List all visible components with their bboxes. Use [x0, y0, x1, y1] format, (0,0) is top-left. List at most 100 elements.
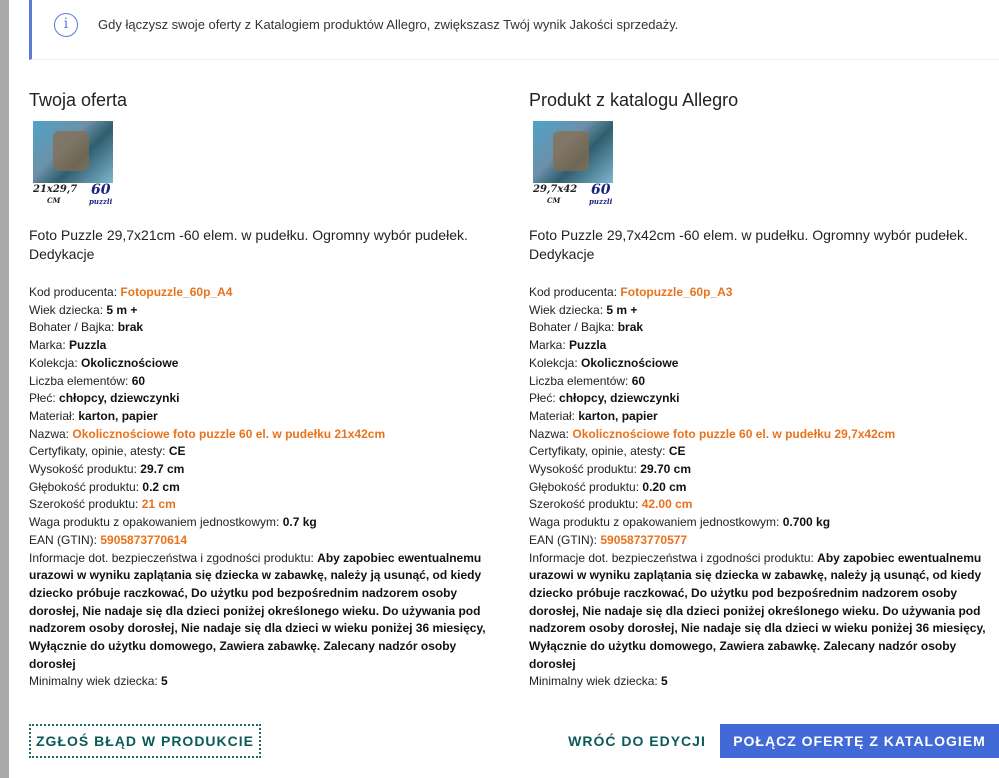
attribute-value: karton, papier — [78, 408, 158, 423]
attribute-row: Certyfikaty, opinie, atesty: CE — [29, 443, 499, 461]
attribute-value: 5 — [161, 674, 168, 689]
puzzle-photo — [33, 121, 113, 183]
attribute-row: Wiek dziecka: 5 m + — [529, 302, 999, 320]
attribute-label: Certyfikaty, opinie, atesty: — [29, 444, 169, 459]
attribute-value: karton, papier — [578, 408, 658, 423]
attribute-row: Liczba elementów: 60 — [529, 373, 999, 391]
attribute-row: Marka: Puzzla — [29, 337, 499, 355]
attribute-value: brak — [617, 320, 644, 335]
attribute-label: Informacje dot. bezpieczeństwa i zgodnoś… — [29, 550, 318, 565]
attribute-row: Bohater / Bajka: brak — [29, 319, 499, 337]
attribute-label: Szerokość produktu: — [529, 497, 642, 512]
attribute-label: Wysokość produktu: — [29, 462, 141, 477]
attribute-label: Płeć: — [29, 391, 60, 406]
attribute-label: Wiek dziecka: — [529, 302, 607, 317]
attribute-value: CE — [168, 444, 186, 459]
attribute-label: Marka: — [529, 338, 570, 353]
your-offer-title: Twoja oferta — [29, 90, 128, 110]
attribute-value: 21 cm — [141, 497, 176, 512]
attribute-value: Fotopuzzle_60p_A3 — [620, 285, 733, 299]
attribute-value: 0.2 cm — [142, 479, 180, 494]
attribute-value: 42.00 cm — [641, 497, 693, 512]
catalog-product-name: Foto Puzzle 29,7x42cm -60 elem. w pudełk… — [529, 227, 968, 262]
attribute-value: 5905873770614 — [100, 532, 188, 547]
attribute-label: Materiał: — [29, 408, 79, 423]
attribute-row: Głębokość produktu: 0.20 cm — [529, 479, 999, 497]
attribute-value: Okolicznościowe — [81, 355, 179, 370]
attribute-row: Marka: Puzzla — [529, 337, 999, 355]
offer-product-title: Foto Puzzle 29,7x21cm -60 elem. w pudełk… — [29, 227, 468, 262]
attribute-value: chłopcy, dziewczynki — [559, 391, 680, 406]
back-to-edit-button[interactable]: WRÓĆ DO EDYCJI — [564, 724, 710, 758]
attribute-row: Materiał: karton, papier — [529, 408, 999, 426]
offer-image[interactable]: 21x29,7 CM 60 puzzli — [29, 121, 115, 207]
attribute-row: Kolekcja: Okolicznościowe — [529, 355, 999, 373]
attribute-label: Waga produktu z opakowaniem jednostkowym… — [29, 515, 283, 530]
attribute-row: Wysokość produktu: 29.7 cm — [29, 461, 499, 479]
attribute-value: Fotopuzzle_60p_A4 — [120, 285, 233, 299]
attribute-value: Okolicznościowe — [581, 355, 679, 370]
catalog-attributes: Kod producenta: Fotopuzzle_60p_A3 Wiek dz… — [529, 284, 999, 691]
connect-offer-button[interactable]: POŁĄCZ OFERTĘ Z KATALOGIEM — [720, 724, 999, 758]
attribute-value: Aby zapobiec ewentualnemu urazowi w wyni… — [29, 550, 486, 671]
attribute-row: EAN (GTIN): 5905873770614 — [29, 532, 499, 550]
notice-text: Gdy łączysz swoje oferty z Katalogiem pr… — [98, 17, 679, 32]
catalog-product-column: Produkt z katalogu Allegro 29,7x42 CM 60 p… — [529, 88, 999, 691]
attribute-value: CE — [668, 444, 686, 459]
attribute-row: Materiał: karton, papier — [29, 408, 499, 426]
report-error-button[interactable]: ZGŁOŚ BŁĄD W PRODUKCIE — [29, 724, 261, 758]
attribute-value: 5905873770577 — [600, 532, 688, 547]
attribute-row: Płeć: chłopcy, dziewczynki — [529, 390, 999, 408]
attribute-value: 5 m + — [106, 302, 138, 317]
attribute-value: 0.700 kg — [782, 515, 831, 530]
attribute-label: Nazwa: — [29, 426, 73, 441]
attribute-label: Kolekcja: — [29, 355, 82, 370]
attribute-value: 0.20 cm — [642, 479, 687, 494]
attribute-value: 0.7 kg — [282, 515, 317, 530]
attribute-label: Certyfikaty, opinie, atesty: — [529, 444, 669, 459]
attribute-label: EAN (GTIN): — [529, 532, 601, 547]
attribute-row: Informacje dot. bezpieczeństwa i zgodnoś… — [529, 550, 999, 674]
attribute-row: Nazwa: Okolicznościowe foto puzzle 60 el… — [529, 426, 999, 444]
catalog-product-title: Produkt z katalogu Allegro — [529, 90, 739, 110]
attribute-row: Szerokość produktu: 21 cm — [29, 496, 499, 514]
attribute-label: Głębokość produktu: — [29, 479, 143, 494]
attribute-row: Szerokość produktu: 42.00 cm — [529, 496, 999, 514]
attribute-value: 60 — [131, 373, 146, 388]
image-size-label: 29,7x42 CM — [533, 184, 578, 205]
attribute-value: chłopcy, dziewczynki — [59, 391, 180, 406]
attribute-row: Liczba elementów: 60 — [29, 373, 499, 391]
attribute-label: Kod producenta: — [529, 285, 621, 299]
attribute-label: Minimalny wiek dziecka: — [529, 674, 662, 689]
attribute-row: Kod producenta: Fotopuzzle_60p_A3 — [529, 284, 999, 302]
your-offer-column: Twoja oferta 21x29,7 CM 60 puzzli Foto Puz… — [29, 88, 499, 691]
attribute-label: Wiek dziecka: — [29, 302, 107, 317]
attribute-row: Waga produktu z opakowaniem jednostkowym… — [29, 514, 499, 532]
image-count-label: 60 puzzli — [89, 182, 113, 206]
attribute-label: Bohater / Bajka: — [29, 320, 118, 335]
attribute-value: Aby zapobiec ewentualnemu urazowi w wyni… — [529, 550, 986, 671]
attribute-label: Głębokość produktu: — [529, 479, 643, 494]
attribute-label: Szerokość produktu: — [29, 497, 142, 512]
attribute-row: Kod producenta: Fotopuzzle_60p_A4 — [29, 284, 499, 302]
info-notice: i Gdy łączysz swoje oferty z Katalogiem … — [29, 0, 999, 60]
image-size-label: 21x29,7 CM — [33, 184, 78, 205]
attribute-value: Puzzla — [69, 338, 107, 353]
attribute-row: Certyfikaty, opinie, atesty: CE — [529, 443, 999, 461]
catalog-image[interactable]: 29,7x42 CM 60 puzzli — [529, 121, 615, 207]
attribute-row: Nazwa: Okolicznościowe foto puzzle 60 el… — [29, 426, 499, 444]
attribute-value: 29.7 cm — [140, 462, 185, 477]
attribute-label: Wysokość produktu: — [529, 462, 641, 477]
attribute-row: Bohater / Bajka: brak — [529, 319, 999, 337]
attribute-label: Kolekcja: — [529, 355, 582, 370]
offer-attributes: Kod producenta: Fotopuzzle_60p_A4 Wiek dz… — [29, 284, 499, 691]
attribute-row: Kolekcja: Okolicznościowe — [29, 355, 499, 373]
attribute-row: Minimalny wiek dziecka: 5 — [29, 673, 499, 691]
attribute-row: Waga produktu z opakowaniem jednostkowym… — [529, 514, 999, 532]
attribute-row: Głębokość produktu: 0.2 cm — [29, 479, 499, 497]
info-icon: i — [54, 13, 78, 37]
attribute-row: Informacje dot. bezpieczeństwa i zgodnoś… — [29, 550, 505, 674]
attribute-value: Okolicznościowe foto puzzle 60 el. w pud… — [72, 426, 386, 441]
attribute-value: brak — [117, 320, 144, 335]
attribute-label: EAN (GTIN): — [29, 532, 101, 547]
